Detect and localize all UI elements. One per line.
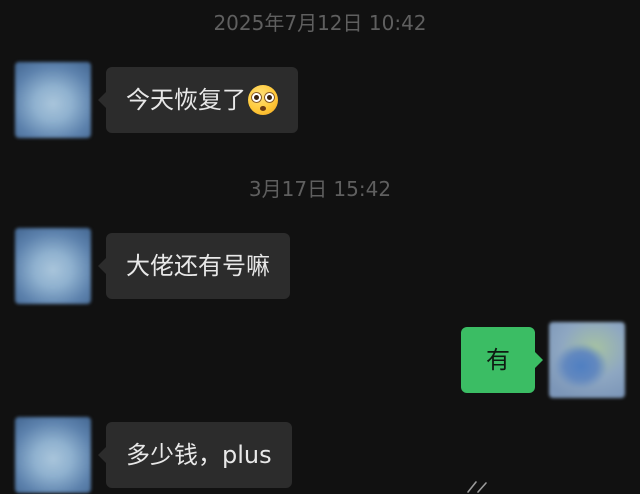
message-text: 大佬还有号嘛 — [126, 252, 270, 280]
avatar[interactable] — [15, 228, 91, 304]
message-bubble-incoming[interactable]: 多少钱，plus — [98, 422, 292, 488]
message-text: 今天恢复了 — [126, 86, 246, 114]
avatar[interactable] — [15, 62, 91, 138]
message-bubble-outgoing[interactable]: 有 — [461, 327, 543, 393]
avatar[interactable] — [15, 417, 91, 493]
scribble-mark-icon — [467, 481, 487, 493]
message-text: 多少钱，plus — [126, 441, 272, 469]
message-text: 有 — [486, 346, 510, 374]
avatar[interactable] — [549, 322, 625, 398]
timestamp: 3月17日 15:42 — [248, 177, 392, 201]
message-bubble-incoming[interactable]: 大佬还有号嘛 — [98, 233, 290, 299]
message-bubble-incoming[interactable]: 今天恢复了 — [98, 67, 298, 133]
flushed-face-emoji-icon — [248, 85, 278, 115]
timestamp: 2025年7月12日 10:42 — [213, 11, 427, 35]
